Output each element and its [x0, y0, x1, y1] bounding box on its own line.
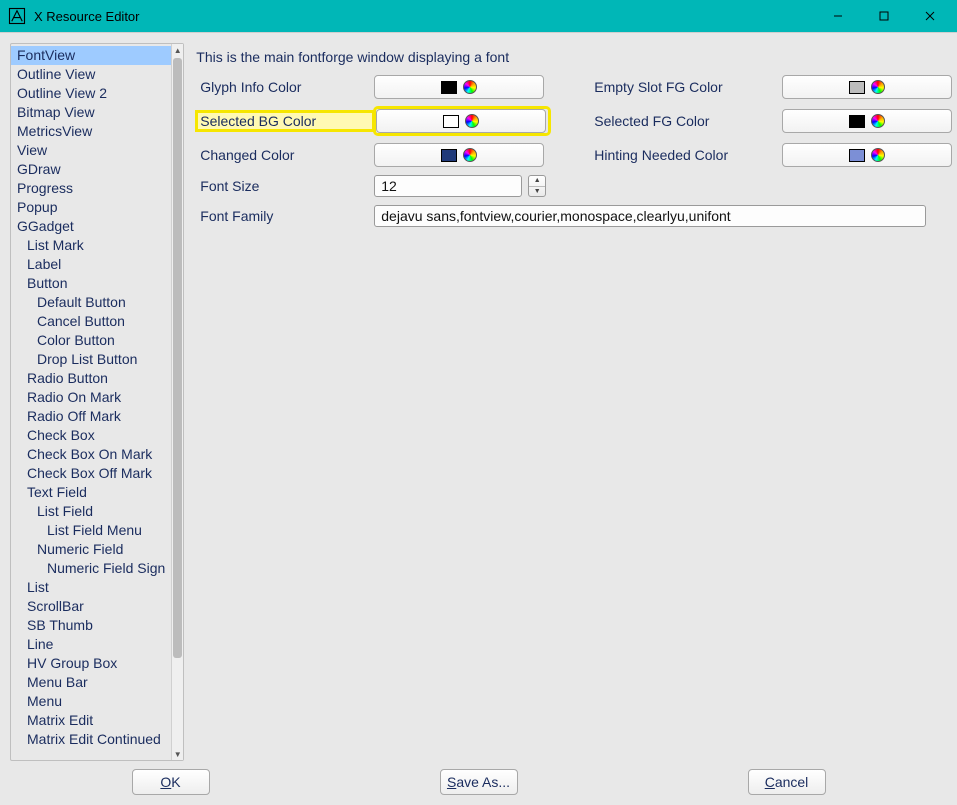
tree-item[interactable]: List Field — [11, 502, 171, 521]
category-tree: FontViewOutline ViewOutline View 2Bitmap… — [10, 43, 184, 761]
tree-item[interactable]: SB Thumb — [11, 616, 171, 635]
label-changed-color: Changed Color — [196, 145, 374, 165]
tree-item[interactable]: Menu Bar — [11, 673, 171, 692]
cancel-button[interactable]: Cancel — [748, 769, 826, 795]
tree-item[interactable]: Check Box On Mark — [11, 445, 171, 464]
tree-item[interactable]: Numeric Field — [11, 540, 171, 559]
color-button-selected-fg[interactable] — [782, 109, 952, 133]
tree-item[interactable]: Default Button — [11, 293, 171, 312]
font-size-field[interactable]: 12 — [374, 175, 522, 197]
tree-item[interactable]: MetricsView — [11, 122, 171, 141]
color-button-changed[interactable] — [374, 143, 544, 167]
tree-item[interactable]: Cancel Button — [11, 312, 171, 331]
color-wheel-icon — [871, 80, 885, 94]
tree-item[interactable]: Outline View — [11, 65, 171, 84]
color-wheel-icon — [463, 80, 477, 94]
scroll-thumb[interactable] — [173, 58, 182, 658]
tree-item[interactable]: ScrollBar — [11, 597, 171, 616]
label-selected-bg-color: Selected BG Color — [196, 111, 374, 131]
scroll-up-icon[interactable]: ▲ — [172, 44, 183, 56]
color-button-hinting-needed[interactable] — [782, 143, 952, 167]
tree-item[interactable]: View — [11, 141, 171, 160]
tree-item[interactable]: Progress — [11, 179, 171, 198]
close-button[interactable] — [907, 1, 953, 31]
tree-item[interactable]: List — [11, 578, 171, 597]
maximize-button[interactable] — [861, 1, 907, 31]
tree-item[interactable]: Button — [11, 274, 171, 293]
font-family-field[interactable]: dejavu sans,fontview,courier,monospace,c… — [374, 205, 926, 227]
tree-item[interactable]: List Field Menu — [11, 521, 171, 540]
label-selected-fg-color: Selected FG Color — [590, 111, 782, 131]
save-as-button[interactable]: Save As... — [440, 769, 518, 795]
tree-item[interactable]: Outline View 2 — [11, 84, 171, 103]
tree-item[interactable]: Line — [11, 635, 171, 654]
swatch-icon — [849, 81, 865, 94]
swatch-icon — [849, 115, 865, 128]
color-wheel-icon — [871, 114, 885, 128]
label-glyph-info-color: Glyph Info Color — [196, 77, 374, 97]
chevron-up-icon[interactable]: ▲ — [529, 176, 545, 187]
tree-item[interactable]: Radio Button — [11, 369, 171, 388]
tree-item[interactable]: Popup — [11, 198, 171, 217]
tree-item[interactable]: Color Button — [11, 331, 171, 350]
tree-item[interactable]: Text Field — [11, 483, 171, 502]
tree-scrollbar[interactable]: ▲ ▼ — [171, 44, 183, 760]
tree-item[interactable]: FontView — [11, 46, 171, 65]
panel-description: This is the main fontforge window displa… — [196, 49, 946, 65]
tree-item[interactable]: GGadget — [11, 217, 171, 236]
ok-button[interactable]: OK — [132, 769, 210, 795]
minimize-button[interactable] — [815, 1, 861, 31]
color-button-glyph-info[interactable] — [374, 75, 544, 99]
tree-item[interactable]: List Mark — [11, 236, 171, 255]
chevron-down-icon[interactable]: ▼ — [529, 187, 545, 197]
tree-item[interactable]: HV Group Box — [11, 654, 171, 673]
swatch-icon — [443, 115, 459, 128]
tree-item[interactable]: Radio Off Mark — [11, 407, 171, 426]
color-wheel-icon — [871, 148, 885, 162]
tree-item[interactable]: Check Box Off Mark — [11, 464, 171, 483]
label-empty-slot-fg-color: Empty Slot FG Color — [590, 77, 782, 97]
color-wheel-icon — [465, 114, 479, 128]
tree-item[interactable]: GDraw — [11, 160, 171, 179]
swatch-icon — [441, 149, 457, 162]
tree-item[interactable]: Numeric Field Sign — [11, 559, 171, 578]
label-font-family: Font Family — [196, 206, 374, 226]
swatch-icon — [849, 149, 865, 162]
tree-item[interactable]: Bitmap View — [11, 103, 171, 122]
dialog-footer: OK Save As... Cancel — [0, 761, 957, 805]
titlebar: X Resource Editor — [0, 0, 957, 32]
tree-item[interactable]: Matrix Edit Continued — [11, 730, 171, 749]
tree-item[interactable]: Matrix Edit — [11, 711, 171, 730]
window-title: X Resource Editor — [34, 9, 140, 24]
tree-item[interactable]: Menu — [11, 692, 171, 711]
font-size-spinner[interactable]: ▲ ▼ — [528, 175, 546, 197]
tree-item[interactable]: Label — [11, 255, 171, 274]
properties-panel: This is the main fontforge window displa… — [194, 43, 952, 761]
app-icon — [8, 7, 26, 25]
tree-item[interactable]: Check Box — [11, 426, 171, 445]
label-font-size: Font Size — [196, 176, 374, 196]
label-hinting-needed-color: Hinting Needed Color — [590, 145, 782, 165]
swatch-icon — [441, 81, 457, 94]
category-tree-list[interactable]: FontViewOutline ViewOutline View 2Bitmap… — [11, 44, 171, 760]
color-button-selected-bg[interactable] — [376, 109, 546, 133]
color-wheel-icon — [463, 148, 477, 162]
color-button-empty-slot-fg[interactable] — [782, 75, 952, 99]
scroll-down-icon[interactable]: ▼ — [172, 748, 183, 760]
tree-item[interactable]: Drop List Button — [11, 350, 171, 369]
tree-item[interactable]: Radio On Mark — [11, 388, 171, 407]
